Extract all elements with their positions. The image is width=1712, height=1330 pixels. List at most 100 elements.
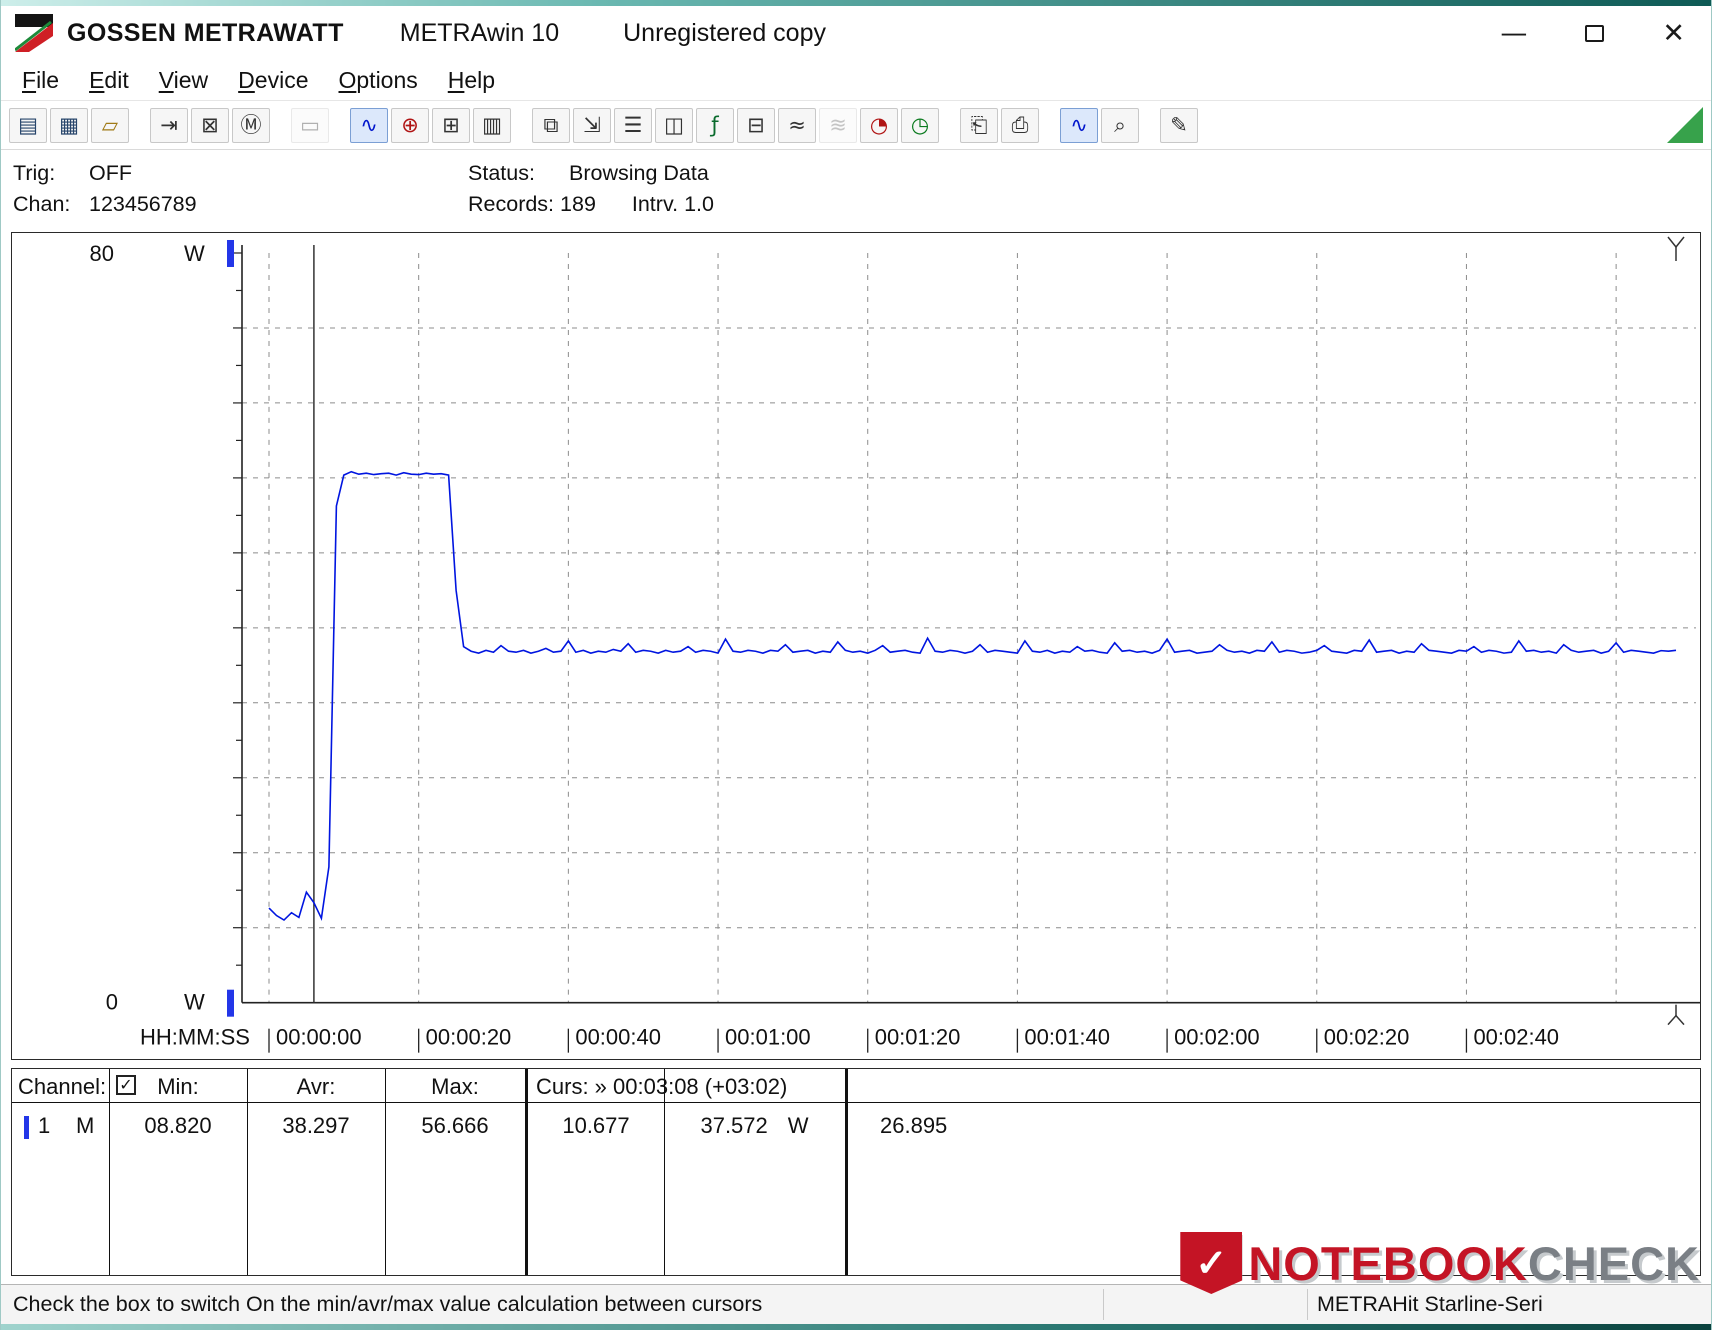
- table-view-button[interactable]: ⊞: [432, 107, 470, 143]
- open-folder-icon: ▱: [101, 112, 119, 137]
- printer-icon: ⎙: [1011, 112, 1029, 137]
- status-row: Status: Browsing Data: [468, 158, 714, 189]
- avr-header: Avr:: [296, 1074, 336, 1099]
- compress-icon: ⊠: [201, 112, 219, 137]
- scope-view-button[interactable]: ⊕: [391, 107, 429, 143]
- green-triangle-decoration: [1667, 107, 1703, 143]
- menu-item-edit[interactable]: Edit: [74, 62, 144, 99]
- license-status: Unregistered copy: [623, 18, 826, 47]
- interval-value: 1.0: [684, 192, 714, 217]
- channel-row: Chan: 123456789: [13, 189, 468, 220]
- cursor-section-separator: [525, 1069, 528, 1275]
- device-config-button[interactable]: ⇲: [573, 107, 611, 143]
- timer-button[interactable]: ◷: [901, 107, 939, 143]
- battery-status-button[interactable]: ◔: [860, 107, 898, 143]
- x-tick-label: 00:02:20: [1324, 1025, 1410, 1050]
- cursor1-value: 10.677: [562, 1113, 630, 1138]
- floppy-export-icon: ▦: [59, 112, 79, 137]
- cursor-2-bottom-marker: [1667, 1015, 1677, 1026]
- zoom-wave-icon: ∿: [1070, 112, 1088, 137]
- menu-item-device[interactable]: Device: [223, 62, 323, 99]
- x-tick-label: 00:01:40: [1024, 1025, 1110, 1050]
- x-axis-title: HH:MM:SS: [140, 1025, 250, 1050]
- y-axis-unit-top: W: [184, 241, 205, 266]
- save-button[interactable]: ▤: [9, 107, 47, 143]
- channel-number: 1: [38, 1113, 51, 1138]
- envelope-wave-icon: ≋: [829, 112, 847, 137]
- chan-label: Chan:: [13, 192, 71, 217]
- menu-item-view[interactable]: View: [144, 62, 223, 99]
- transfer-settings-button[interactable]: ⧉: [532, 107, 570, 143]
- cursor-delta-value: 26.895: [880, 1113, 948, 1138]
- window-export-icon: ⧉: [543, 112, 559, 137]
- print-preview-button[interactable]: ⎗: [960, 107, 998, 143]
- chart-svg[interactable]: 80 W 0 W HH:MM:SS 00:00:00 00:00:20 00:00:40 00:…: [12, 233, 1700, 1059]
- close-icon: ✕: [1662, 17, 1685, 49]
- header-underline: [12, 1102, 1700, 1103]
- formula-button[interactable]: ƒ: [696, 107, 734, 143]
- line-chart-view-button[interactable]: ∿: [350, 107, 388, 143]
- records-row: Records: 189 Intrv. 1.0: [468, 189, 714, 220]
- x-tick-label: 00:01:00: [725, 1025, 811, 1050]
- trig-value: OFF: [88, 161, 132, 185]
- window-controls: — ✕: [1500, 20, 1685, 47]
- data-table-icon: ⊞: [442, 112, 460, 137]
- session-info-panel: Trig: OFF Chan: 123456789 Status: Browsi…: [1, 150, 1711, 231]
- x-tick-label: 00:00:20: [426, 1025, 512, 1050]
- channel-mode: M: [76, 1113, 95, 1138]
- dual-wave-icon: ≈: [788, 112, 806, 137]
- min-header: Min:: [157, 1074, 199, 1099]
- avr-value: 38.297: [282, 1113, 350, 1138]
- event-log-button[interactable]: ☰: [614, 107, 652, 143]
- clock-icon: ◷: [910, 112, 930, 137]
- print-button[interactable]: ⎙: [1001, 107, 1039, 143]
- trigger-row: Trig: OFF: [13, 158, 468, 189]
- interval-label: Intrv.: [631, 192, 679, 217]
- cursor2-value-cell: 37.572 W: [664, 1113, 845, 1139]
- menu-item-options[interactable]: Options: [324, 62, 433, 99]
- status-bar-divider: [1103, 1289, 1104, 1320]
- y-axis-unit-bottom: W: [184, 990, 205, 1015]
- export-data-button[interactable]: ⇥: [150, 107, 188, 143]
- status-bar-message: Check the box to switch On the min/avr/m…: [13, 1292, 763, 1316]
- display-values-button[interactable]: ⊟: [737, 107, 775, 143]
- monitor-icon: ◫: [664, 112, 684, 137]
- menu-bar: File Edit View Device Options Help: [1, 60, 1711, 100]
- records-value: 189: [560, 192, 596, 217]
- open-file-button[interactable]: ▱: [91, 107, 129, 143]
- split-curve-button[interactable]: ≈: [778, 107, 816, 143]
- save-as-button[interactable]: ▦: [50, 107, 88, 143]
- bar-chart-view-button[interactable]: ▥: [473, 107, 511, 143]
- compress-data-button[interactable]: ⊠: [191, 107, 229, 143]
- cursor-delta-separator: [845, 1069, 848, 1275]
- bar-chart-icon: ▥: [482, 112, 502, 137]
- window-import-icon: ⇲: [583, 112, 601, 137]
- chan-value: 123456789: [88, 192, 197, 217]
- status-records-block: Status: Browsing Data Records: 189 Intrv…: [468, 158, 714, 220]
- annotation-button[interactable]: ✎: [1160, 107, 1198, 143]
- cursor-2-bottom-marker: [1675, 1015, 1685, 1026]
- cursor-2-top-marker: [1667, 236, 1677, 248]
- memory-card-button[interactable]: Ⓜ: [232, 107, 270, 143]
- zoom-lens-button[interactable]: ⌕: [1101, 107, 1139, 143]
- shield-check-glyph: ✓: [1195, 1242, 1228, 1285]
- maximize-button[interactable]: [1585, 20, 1605, 47]
- gossen-metrawatt-logo-icon: [15, 14, 53, 52]
- menu-item-help[interactable]: Help: [433, 62, 510, 99]
- device-name: METRAHit Starline-Seri: [1317, 1292, 1543, 1316]
- status-label: Status:: [468, 161, 535, 185]
- minimize-button[interactable]: —: [1500, 20, 1527, 47]
- chart-panel: 80 W 0 W HH:MM:SS 00:00:00 00:00:20 00:00:40 00:…: [11, 232, 1701, 1060]
- zoom-time-button[interactable]: ∿: [1060, 107, 1098, 143]
- menu-item-file[interactable]: File: [7, 62, 74, 99]
- line-chart-icon: ∿: [360, 112, 378, 137]
- trig-label: Trig:: [13, 161, 56, 185]
- brand-name: GOSSEN METRAWATT: [67, 18, 344, 47]
- monitor-button[interactable]: ◫: [655, 107, 693, 143]
- max-header: Max:: [431, 1074, 479, 1099]
- toolbar: ▤ ▦ ▱ ⇥ ⊠ Ⓜ ▭ ∿ ⊕ ⊞ ▥ ⧉ ⇲ ☰ ◫ ƒ ⊟ ≈ ≋ ◔ ◷ ⎗ ⎙ ∿ ⌕ ✎: [1, 100, 1711, 150]
- close-button[interactable]: ✕: [1662, 20, 1685, 47]
- list-icon: ☰: [623, 112, 643, 137]
- wordmark-red: NOTEBOOK: [1248, 1236, 1528, 1290]
- max-value: 56.666: [421, 1113, 489, 1138]
